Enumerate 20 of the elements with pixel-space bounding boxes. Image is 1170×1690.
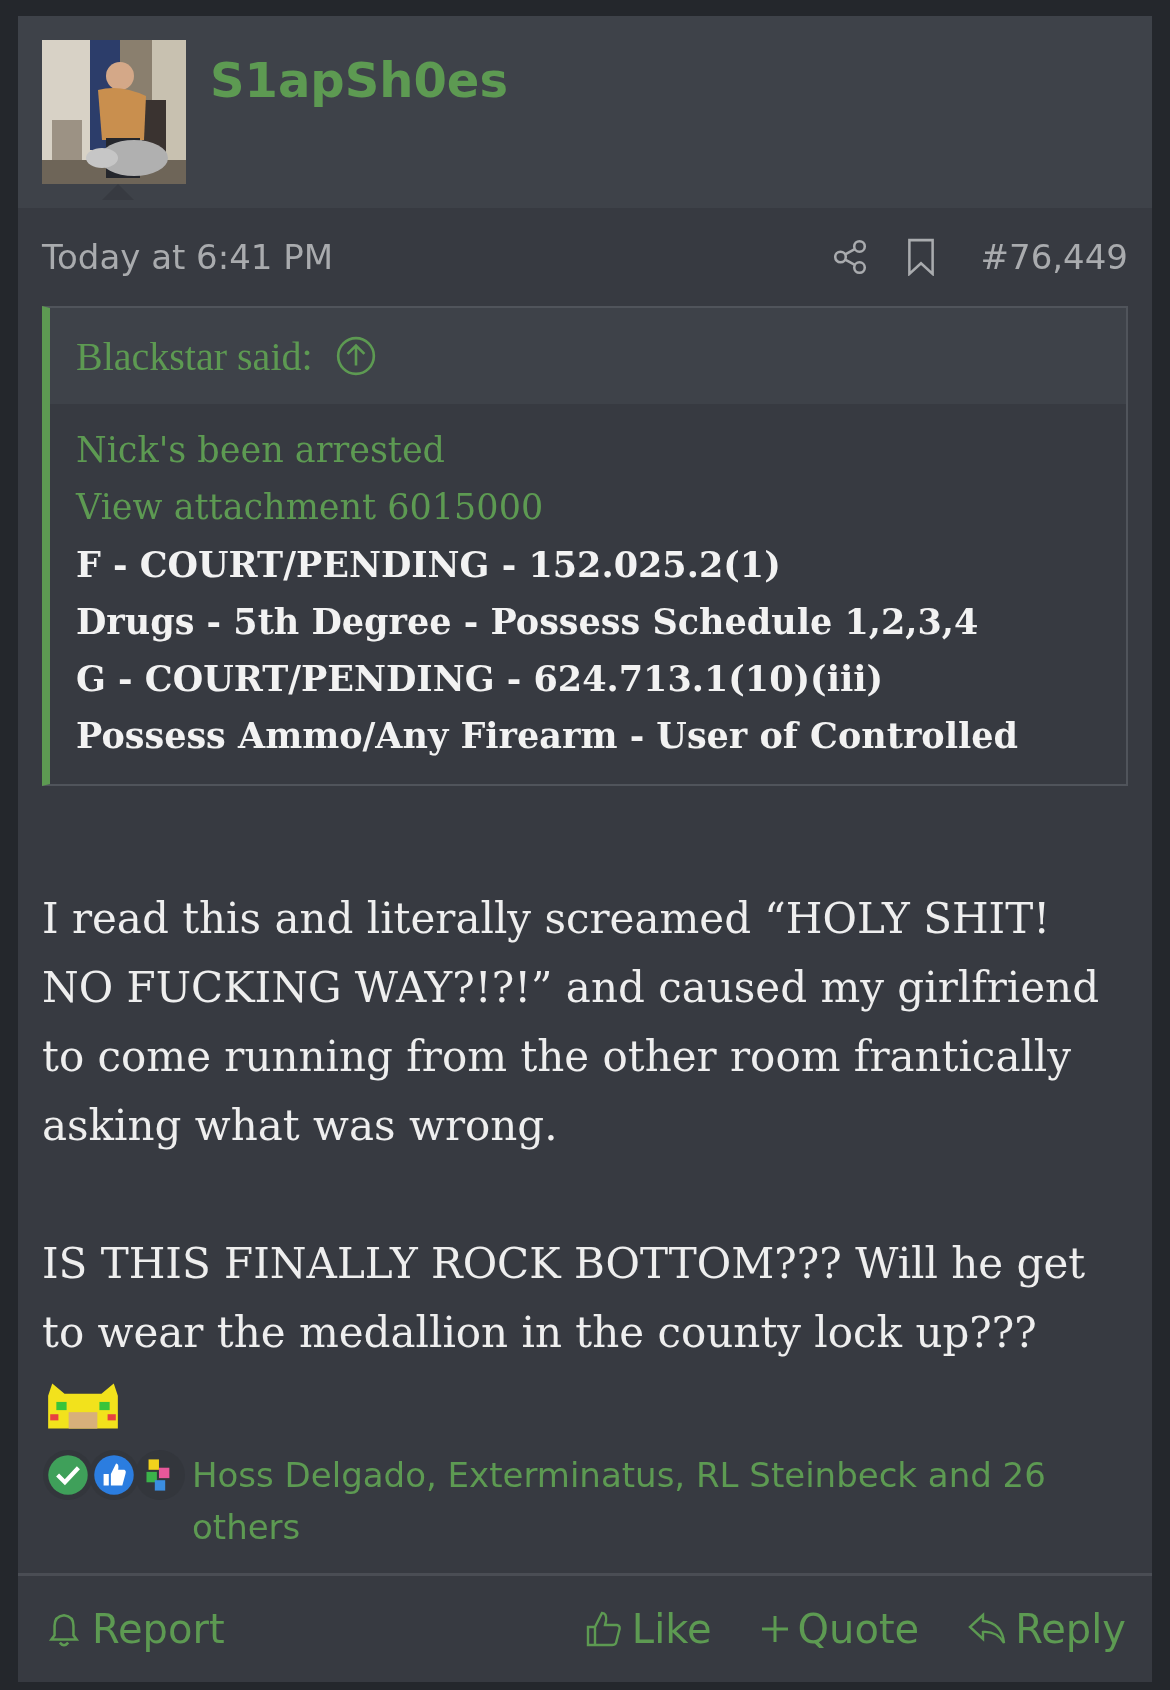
quote-link[interactable]: Nick's been arrested	[76, 422, 1100, 479]
report-button[interactable]: Report	[44, 1606, 225, 1652]
reply-button[interactable]: Reply	[967, 1606, 1126, 1652]
post-time[interactable]: Today at 6:41 PM	[42, 237, 334, 277]
quote-author[interactable]: Blackstar said:	[76, 332, 313, 380]
quote-button[interactable]: Quote	[759, 1606, 920, 1652]
post-number[interactable]: #76,449	[980, 237, 1128, 277]
quote-line: Drugs - 5th Degree - Possess Schedule 1,2,3,4	[76, 600, 980, 644]
avatar-pointer	[102, 184, 134, 200]
quote-line: Possess Ammo/Any Firearm - User of Controlled	[76, 714, 1019, 758]
quote-link[interactable]: View attachment 6015000	[76, 479, 1100, 536]
plus-icon	[759, 1614, 790, 1644]
reaction-names[interactable]: Hoss Delgado, Exterminatus, RL Steinbeck and 26 others	[192, 1449, 1128, 1553]
arrow-up-icon[interactable]	[334, 335, 377, 377]
post-paragraph: I read this and literally screamed “HOLY SHIT! NO FUCKING WAY?!?!” and caused my girlfriend to come running from the other room frantically asking what was wrong.	[42, 893, 1101, 1152]
username[interactable]: S1apSh0es	[210, 52, 508, 108]
quote-line: G - COURT/PENDING - 624.713.1(10)(iii)	[76, 657, 885, 701]
like-button[interactable]: Like	[583, 1606, 712, 1652]
quote-line: F - COURT/PENDING - 152.025.2(1)	[76, 543, 782, 587]
post-paragraph: IS THIS FINALLY ROCK BOTTOM??? Will he get to wear the medallion in the county lock up???	[42, 1238, 1087, 1359]
